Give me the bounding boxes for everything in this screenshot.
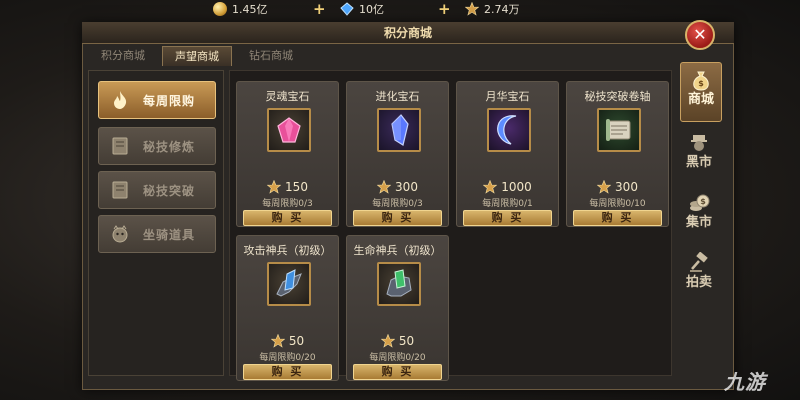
menu-item-skill-breakthrough[interactable]: 秘技突破 (98, 171, 216, 209)
merchant-icon (686, 132, 712, 154)
price-value: 300 (615, 180, 638, 194)
svg-text:$: $ (698, 79, 704, 88)
diamond-amount: 10亿 (359, 3, 384, 16)
buy-button[interactable]: 购 买 (243, 364, 332, 380)
item-price: 300 (347, 179, 448, 194)
menu-item-skill-training[interactable]: 秘技修炼 (98, 127, 216, 165)
price-value: 50 (398, 334, 415, 348)
item-card-life-weapon: 生命神兵（初级） 50 每周限购0/20 购 买 (346, 235, 449, 381)
flame-icon (109, 89, 131, 111)
mount-icon (109, 223, 131, 245)
side-tab-label: 拍卖 (685, 275, 712, 290)
item-card-breakthrough-scroll: 秘技突破卷轴 300 每周限购0/10 购 买 (566, 81, 669, 227)
tab-diamond-shop[interactable]: 钻石商城 (236, 46, 306, 66)
reputation-star-icon (380, 333, 396, 348)
side-tab-label: 集市 (685, 215, 712, 230)
gold-coin-icon (213, 2, 227, 16)
blue-weapon-icon[interactable] (267, 262, 311, 306)
side-tab-auction[interactable]: 拍卖 (680, 250, 718, 300)
buy-button[interactable]: 购 买 (573, 210, 662, 226)
price-value: 150 (285, 180, 308, 194)
close-icon: ✕ (693, 25, 707, 44)
side-tab-label: 商城 (687, 92, 714, 107)
watermark-logo: 九游 (724, 370, 766, 394)
coins-icon: $ (686, 192, 712, 214)
menu-item-label: 秘技修炼 (143, 139, 196, 154)
purchase-limit: 每周限购0/3 (372, 199, 423, 209)
item-price: 50 (237, 333, 338, 348)
menu-item-mount-items[interactable]: 坐骑道具 (98, 215, 216, 253)
menu-item-label: 坐骑道具 (143, 227, 196, 242)
side-tab-shop[interactable]: $ 商城 (680, 62, 722, 122)
price-value: 300 (395, 180, 418, 194)
side-tab-black-market[interactable]: 黑市 (680, 130, 718, 180)
book-icon (109, 179, 131, 201)
currency-bar: 1.45亿 + 10亿 + 2.74万 (0, 0, 800, 20)
item-name: 秘技突破卷轴 (584, 90, 651, 103)
item-name: 攻击神兵（初级） (243, 244, 332, 257)
diamond-currency: 10亿 (340, 1, 384, 17)
tab-reputation-shop[interactable]: 声望商城 (162, 46, 232, 66)
green-weapon-icon[interactable] (377, 262, 421, 306)
close-button[interactable]: ✕ (685, 20, 715, 50)
item-card-evolution-gem: 进化宝石 300 每周限购0/3 购 买 (346, 81, 449, 227)
book-icon (109, 135, 131, 157)
pink-gem-icon[interactable] (267, 108, 311, 152)
menu-item-label: 秘技突破 (143, 183, 196, 198)
purchase-limit: 每周限购0/1 (482, 199, 533, 209)
menu-item-weekly-limited[interactable]: 每周限购 (98, 81, 216, 119)
item-price: 300 (567, 179, 668, 194)
gold-currency: 1.45亿 (213, 1, 268, 17)
reputation-star-icon (464, 1, 480, 16)
purchase-limit: 每周限购0/20 (369, 353, 426, 363)
gold-amount: 1.45亿 (232, 3, 268, 16)
price-value: 50 (288, 334, 305, 348)
menu-item-label: 每周限购 (143, 93, 196, 108)
tab-points-shop[interactable]: 积分商城 (88, 46, 158, 66)
purchase-limit: 每周限购0/10 (589, 199, 646, 209)
item-card-attack-weapon: 攻击神兵（初级） 50 每周限购0/20 购 买 (236, 235, 339, 381)
reputation-star-icon (266, 179, 282, 194)
purchase-limit: 每周限购0/3 (262, 199, 313, 209)
buy-button[interactable]: 购 买 (353, 364, 442, 380)
scroll-icon[interactable] (597, 108, 641, 152)
item-card-moonlight-gem: 月华宝石 1000 每周限购0/1 购 买 (456, 81, 559, 227)
points-amount: 2.74万 (484, 3, 520, 16)
diamond-icon (340, 2, 354, 16)
shop-tabs: 积分商城 声望商城 钻石商城 (88, 46, 310, 66)
category-menu: 每周限购 秘技修炼 秘技突破 坐骑道具 (88, 70, 224, 376)
svg-text:$: $ (700, 197, 706, 206)
add-gold-button[interactable]: + (313, 0, 326, 18)
add-diamond-button[interactable]: + (438, 0, 451, 18)
item-grid: 灵魂宝石 150 每周限购0/3 购 买 进化宝石 300 每周限购0/3 购 … (229, 70, 672, 381)
item-price: 50 (347, 333, 448, 348)
item-name: 进化宝石 (375, 90, 420, 103)
reputation-star-icon (270, 333, 286, 348)
crescent-gem-icon[interactable] (487, 108, 531, 152)
price-value: 1000 (501, 180, 532, 194)
blue-crystal-icon[interactable] (377, 108, 421, 152)
buy-button[interactable]: 购 买 (353, 210, 442, 226)
points-currency: 2.74万 (464, 1, 520, 17)
side-tab-label: 黑市 (685, 155, 712, 170)
window-title: 积分商城 (82, 22, 734, 44)
buy-button[interactable]: 购 买 (243, 210, 332, 226)
buy-button[interactable]: 购 买 (463, 210, 552, 226)
reputation-star-icon (482, 179, 498, 194)
gavel-icon (686, 252, 712, 274)
item-name: 灵魂宝石 (265, 90, 310, 103)
item-name: 生命神兵（初级） (353, 244, 442, 257)
reputation-star-icon (376, 179, 392, 194)
item-price: 150 (237, 179, 338, 194)
reputation-star-icon (596, 179, 612, 194)
side-tab-market[interactable]: $ 集市 (680, 190, 718, 240)
money-bag-icon: $ (688, 69, 714, 91)
item-price: 1000 (457, 179, 558, 194)
purchase-limit: 每周限购0/20 (259, 353, 316, 363)
item-card-soul-gem: 灵魂宝石 150 每周限购0/3 购 买 (236, 81, 339, 227)
item-name: 月华宝石 (485, 90, 530, 103)
